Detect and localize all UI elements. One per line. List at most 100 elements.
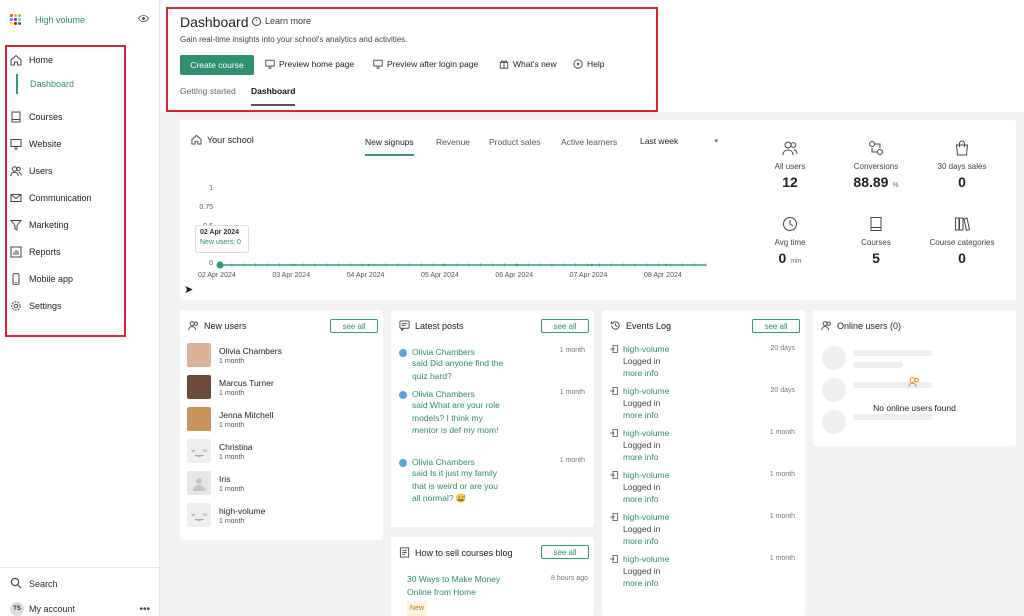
stat-label: Courses <box>861 238 891 247</box>
event-more-link[interactable]: more info <box>623 409 795 421</box>
data-point[interactable] <box>367 263 370 267</box>
users-icon <box>821 321 831 331</box>
help-button[interactable]: Help <box>573 59 604 69</box>
latest-posts-card: Latest posts see all Olivia Chambers sai… <box>391 310 594 527</box>
sidebar-item-users[interactable]: Users <box>10 165 53 177</box>
chat-bubble-icon <box>399 459 407 467</box>
user-time: 1 month <box>219 517 245 525</box>
list-item[interactable]: Iris 1 month <box>187 471 244 495</box>
stat-number: 0 <box>958 174 966 190</box>
login-icon <box>610 513 618 521</box>
events-see-all-button[interactable]: see all <box>752 319 800 333</box>
event-time: 1 month <box>769 429 795 436</box>
monitor-icon <box>265 59 275 69</box>
list-item[interactable]: Jenna Mitchell 1 month <box>187 407 273 431</box>
post-author: Olivia Chambers <box>412 457 475 467</box>
user-time: 1 month <box>219 389 245 397</box>
history-icon <box>610 321 620 330</box>
sidebar-item-mobile-app[interactable]: Mobile app <box>10 273 73 285</box>
school-name: High volume <box>35 15 86 25</box>
chat-icon <box>399 320 410 331</box>
create-course-button[interactable]: Create course <box>180 55 254 75</box>
sidebar-item-courses[interactable]: Courses <box>10 111 63 123</box>
blog-post-link[interactable]: 30 Ways to Make Money Online from Home N… <box>407 573 517 616</box>
event-more-link[interactable]: more info <box>623 451 795 463</box>
document-icon <box>399 547 410 558</box>
post-author: Olivia Chambers <box>412 389 475 399</box>
sidebar-item-label: Dashboard <box>30 79 75 89</box>
sidebar-item-home[interactable]: Home <box>10 54 53 66</box>
sidebar-item-settings[interactable]: Settings <box>10 300 62 312</box>
list-item[interactable]: high-volume Logged in more info 1 month <box>610 469 795 505</box>
list-item[interactable]: Marcus Turner 1 month <box>187 375 274 399</box>
skeleton-avatar <box>822 378 846 402</box>
event-more-link[interactable]: more info <box>623 367 795 379</box>
event-user: high-volume <box>623 386 670 396</box>
stat-label: Conversions <box>853 162 899 171</box>
data-point[interactable] <box>664 263 668 267</box>
sidebar-item-label: Marketing <box>29 220 69 230</box>
sidebar-search[interactable]: Search <box>10 577 58 591</box>
x-tick-label: 02 Apr 2024 <box>198 272 236 279</box>
sidebar-item-label: Website <box>29 139 62 149</box>
stat-label: All users <box>774 162 806 171</box>
preview-after-login-button[interactable]: Preview after login page <box>373 59 478 69</box>
list-item[interactable]: high-volume Logged in more info 1 month <box>610 511 795 547</box>
list-item[interactable]: high-volume Logged in more info 1 month <box>610 427 795 463</box>
search-icon <box>10 577 22 591</box>
more-icon[interactable]: ••• <box>139 604 150 615</box>
list-item[interactable]: Olivia Chambers 1 month <box>187 343 282 367</box>
skeleton-line <box>853 350 933 356</box>
learn-more-link[interactable]: › Learn more <box>252 16 311 26</box>
data-point[interactable] <box>441 263 445 267</box>
sidebar-item-dashboard[interactable]: Dashboard <box>16 74 74 94</box>
brand[interactable]: High volume <box>0 0 159 40</box>
data-point[interactable] <box>590 263 593 267</box>
your-school-card: Your school New signups Revenue Product … <box>180 120 1016 300</box>
event-more-link[interactable]: more info <box>623 577 795 589</box>
x-tick-label: 04 Apr 2024 <box>346 272 385 279</box>
avatar <box>187 343 211 367</box>
event-more-link[interactable]: more info <box>623 535 795 547</box>
mouse-cursor-icon: ➤ <box>184 284 194 296</box>
sidebar-account[interactable]: TS My account ••• <box>10 602 150 616</box>
preview-home-button[interactable]: Preview home page <box>265 59 354 69</box>
whats-new-button[interactable]: What's new <box>499 59 557 69</box>
event-time: 1 month <box>769 555 795 562</box>
list-item[interactable]: ᵕ‿ᵕ Christina 1 month <box>187 439 253 463</box>
stat-number: 0 <box>958 250 966 266</box>
tab-dashboard[interactable]: Dashboard <box>251 86 296 106</box>
data-point[interactable] <box>293 263 296 267</box>
shopping-bag-icon <box>955 140 969 156</box>
latest-posts-see-all-button[interactable]: see all <box>541 319 589 333</box>
list-item[interactable]: ᵕ‿ᵕ high-volume 1 month <box>187 503 265 527</box>
sidebar-item-reports[interactable]: Reports <box>10 246 61 258</box>
sidebar-item-marketing[interactable]: Marketing <box>10 219 69 231</box>
list-item[interactable]: high-volume Logged in more info 20 days <box>610 343 795 379</box>
no-online-users-text: No online users found <box>873 403 956 413</box>
blog-post-time: 8 hours ago <box>551 575 588 582</box>
list-item[interactable]: Olivia Chambers said Is it just my famil… <box>399 457 589 505</box>
sidebar-divider <box>0 567 160 568</box>
event-text: Logged in <box>623 356 661 366</box>
user-name: Iris <box>219 473 231 484</box>
login-icon <box>610 471 618 479</box>
whats-new-label: What's new <box>513 59 557 69</box>
login-icon <box>610 429 618 437</box>
help-label: Help <box>587 59 605 69</box>
new-users-title: New users <box>188 320 247 331</box>
new-users-see-all-button[interactable]: see all <box>330 319 378 333</box>
sidebar-item-website[interactable]: Website <box>10 138 61 150</box>
tab-getting-started[interactable]: Getting started <box>180 86 236 96</box>
online-users-label: Online users (0) <box>837 320 902 331</box>
list-item[interactable]: Olivia Chambers said What are your role … <box>399 389 589 437</box>
list-item[interactable]: high-volume Logged in more info 20 days <box>610 385 795 421</box>
y-tick-label: 0 <box>209 260 213 267</box>
event-more-link[interactable]: more info <box>623 493 795 505</box>
list-item[interactable]: high-volume Logged in more info 1 month <box>610 553 795 589</box>
sidebar-item-communication[interactable]: Communication <box>10 192 92 204</box>
blog-see-all-button[interactable]: see all <box>541 545 589 559</box>
eye-icon[interactable] <box>138 14 149 26</box>
page-header: Dashboard › Learn more Gain real-time in… <box>161 0 1024 112</box>
list-item[interactable]: Olivia Chambers said Did anyone find the… <box>399 347 589 382</box>
